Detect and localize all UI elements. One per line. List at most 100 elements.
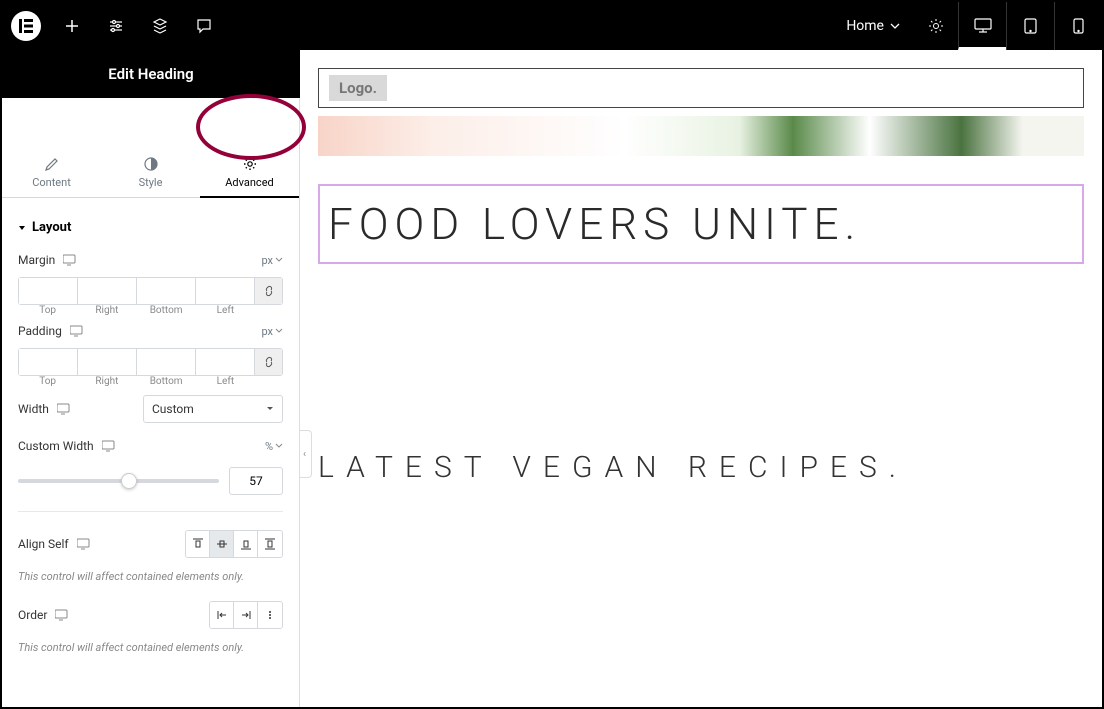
margin-left-input[interactable] [196, 278, 254, 304]
tab-content-label: Content [32, 176, 71, 189]
order-note: This control will affect contained eleme… [18, 637, 283, 664]
custom-width-row: Custom Width % [18, 431, 283, 461]
padding-bottom-input[interactable] [137, 349, 196, 375]
align-top-icon [192, 538, 204, 550]
order-end-icon [240, 609, 252, 621]
align-stretch-button[interactable] [258, 531, 282, 557]
section-layout[interactable]: Layout [18, 210, 283, 245]
margin-right-input[interactable] [78, 278, 137, 304]
responsive-icon[interactable] [55, 609, 69, 621]
add-element-button[interactable] [50, 2, 94, 50]
tab-content[interactable]: Content [2, 146, 101, 197]
panel-title: Edit Heading [2, 50, 300, 98]
panel-tabs: Content Style Advanced [2, 146, 299, 198]
align-self-note: This control will affect contained eleme… [18, 566, 283, 593]
responsive-icon[interactable] [57, 403, 71, 415]
align-self-buttons [185, 530, 283, 558]
mobile-view-button[interactable] [1054, 2, 1102, 50]
tab-advanced-label: Advanced [225, 176, 273, 189]
padding-labels: Top Right Bottom Left [18, 376, 283, 387]
padding-left-input[interactable] [196, 349, 254, 375]
margin-link-button[interactable] [254, 278, 282, 304]
chevron-down-icon [275, 257, 283, 263]
caret-down-icon [18, 224, 26, 232]
order-start-icon [216, 609, 228, 621]
contrast-icon [143, 156, 159, 172]
elementor-logo-button[interactable] [2, 2, 50, 50]
width-row: Width Custom [18, 387, 283, 431]
tab-style-label: Style [139, 176, 163, 189]
align-start-button[interactable] [186, 531, 210, 557]
align-self-label: Align Self [18, 537, 69, 551]
align-stretch-icon [264, 538, 276, 550]
tab-style[interactable]: Style [101, 146, 200, 197]
topbar: Home [2, 2, 1102, 50]
tablet-view-button[interactable] [1006, 2, 1054, 50]
more-vertical-icon [264, 609, 276, 621]
padding-link-button[interactable] [254, 349, 282, 375]
padding-inputs [18, 348, 283, 376]
chevron-down-icon [275, 328, 283, 334]
align-end-button[interactable] [234, 531, 258, 557]
link-icon [263, 356, 275, 368]
panel-collapse-button[interactable]: ‹ [300, 430, 312, 478]
section-layout-label: Layout [32, 220, 71, 235]
page-header[interactable]: Logo. [318, 68, 1084, 108]
margin-row: Margin px [18, 245, 283, 275]
chevron-down-icon [275, 443, 283, 449]
align-self-row: Align Self [18, 522, 283, 566]
structure-button[interactable] [138, 2, 182, 50]
responsive-icon[interactable] [102, 440, 116, 452]
desktop-view-button[interactable] [958, 2, 1006, 50]
sidebar: Edit Heading Content Style Advanced Layo… [2, 50, 300, 707]
link-icon [263, 285, 275, 297]
custom-width-label: Custom Width [18, 439, 94, 453]
topbar-right: Home [832, 2, 1102, 50]
order-end-button[interactable] [234, 602, 258, 628]
margin-top-input[interactable] [19, 278, 78, 304]
order-row: Order [18, 593, 283, 637]
site-settings-button[interactable] [94, 2, 138, 50]
order-start-button[interactable] [210, 602, 234, 628]
width-label: Width [18, 402, 49, 416]
responsive-icon[interactable] [77, 538, 91, 550]
page-selector-label: Home [846, 18, 884, 34]
page-selector-button[interactable]: Home [832, 2, 914, 50]
preview-settings-button[interactable] [914, 2, 958, 50]
canvas: ‹ Logo. FOOD LOVERS UNITE. LATEST VEGAN … [300, 50, 1102, 707]
heading-element-selected[interactable]: FOOD LOVERS UNITE. [318, 184, 1084, 264]
notes-button[interactable] [182, 2, 226, 50]
width-select[interactable]: Custom [143, 395, 283, 423]
padding-label: Padding [18, 324, 62, 338]
heading2-text: LATEST VEGAN RECIPES. [318, 450, 908, 485]
tab-advanced[interactable]: Advanced [200, 146, 299, 197]
align-center-button[interactable] [210, 531, 234, 557]
padding-unit[interactable]: px [261, 325, 283, 338]
caret-down-icon [266, 406, 274, 412]
margin-bottom-input[interactable] [137, 278, 196, 304]
slider-thumb[interactable] [121, 473, 137, 489]
chevron-down-icon [890, 23, 900, 29]
order-label: Order [18, 608, 47, 622]
custom-width-slider[interactable] [18, 479, 219, 483]
margin-unit[interactable]: px [261, 254, 283, 267]
hero-image[interactable] [318, 116, 1084, 156]
padding-top-input[interactable] [19, 349, 78, 375]
elementor-logo-icon [11, 11, 41, 41]
heading-element[interactable]: LATEST VEGAN RECIPES. [318, 444, 1084, 492]
custom-width-slider-row [18, 461, 283, 501]
padding-right-input[interactable] [78, 349, 137, 375]
margin-inputs [18, 277, 283, 305]
order-more-button[interactable] [258, 602, 282, 628]
gear-icon [242, 156, 258, 172]
responsive-icon[interactable] [70, 325, 84, 337]
site-logo-placeholder: Logo. [329, 75, 387, 101]
pencil-icon [44, 156, 60, 172]
order-buttons [209, 601, 283, 629]
custom-width-input[interactable] [229, 467, 283, 495]
heading-text: FOOD LOVERS UNITE. [328, 198, 861, 250]
custom-width-unit[interactable]: % [265, 440, 283, 453]
responsive-icon[interactable] [63, 254, 77, 266]
controls: Layout Margin px Top Right Bottom [2, 198, 299, 676]
padding-row: Padding px [18, 316, 283, 346]
